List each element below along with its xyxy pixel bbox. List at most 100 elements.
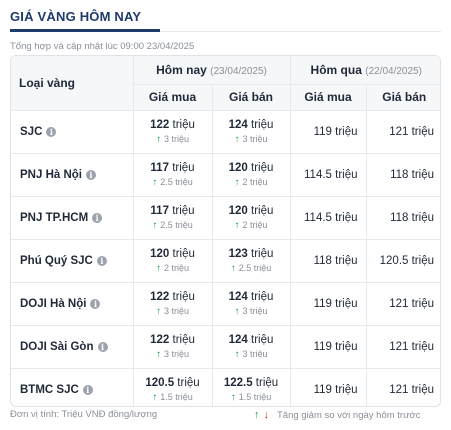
table-row: PNJ TP.HCM i 117 triệu ↑ 2.5 triệu 120 triệu ↑… bbox=[11, 195, 440, 240]
unit-label: triệu bbox=[251, 333, 274, 346]
arrow-up-icon: ↑ bbox=[234, 176, 240, 188]
sell-today-value: 124 bbox=[228, 290, 248, 303]
buy-today-value: 117 bbox=[150, 161, 169, 174]
buy-change: 3 triệu bbox=[163, 305, 189, 316]
col-header-buy-yesterday: Giá mua bbox=[289, 83, 367, 111]
arrow-up-icon: ↑ bbox=[254, 409, 260, 421]
yesterday-label: Hôm qua bbox=[310, 62, 362, 77]
buy-yesterday-cell: 119 triệu bbox=[289, 109, 367, 154]
unit-label: triệu bbox=[251, 118, 274, 131]
buy-change: 3 triệu bbox=[163, 348, 189, 359]
buy-change: 3 triệu bbox=[163, 133, 189, 144]
gold-type-name: PNJ Hà Nội bbox=[20, 168, 82, 181]
sell-yesterday-cell: 121 triệu bbox=[365, 367, 440, 406]
sell-today-cell: 122.5 triệu ↑ 1.5 triệu bbox=[211, 367, 291, 406]
gold-type-cell: BTMC SJC i bbox=[11, 367, 134, 406]
gold-type-cell: PNJ Hà Nội i bbox=[11, 152, 134, 197]
sell-change: 2.5 triệu bbox=[238, 262, 272, 273]
buy-change: 1.5 triệu bbox=[160, 391, 193, 402]
buy-today-cell: 117 triệu ↑ 2.5 triệu bbox=[132, 152, 213, 197]
info-icon[interactable]: i bbox=[82, 384, 93, 395]
sell-change: 2 triệu bbox=[242, 219, 268, 230]
today-date: (23/04/2025) bbox=[210, 65, 267, 77]
buy-yesterday-cell: 119 triệu bbox=[289, 367, 367, 406]
buy-yesterday-cell: 118 triệu bbox=[289, 238, 367, 283]
table-footer: Đơn vị tính: Triệu VNĐ đồng/lượng ↑ ↓ Tăng… bbox=[10, 409, 441, 423]
buy-today-value: 117 bbox=[150, 204, 169, 217]
change-legend: ↑ ↓ Tăng giảm so với ngày hôm trước bbox=[254, 409, 420, 421]
unit-label: triệu bbox=[177, 376, 200, 389]
arrow-up-icon: ↑ bbox=[152, 176, 158, 188]
arrow-up-icon: ↑ bbox=[155, 305, 161, 317]
arrow-up-icon: ↑ bbox=[155, 133, 161, 145]
info-icon[interactable]: i bbox=[46, 126, 57, 137]
buy-today-value: 122 bbox=[150, 333, 170, 346]
updated-timestamp: Tổng hợp và cập nhật lúc 09:00 23/04/202… bbox=[10, 41, 195, 52]
table-row: Phú Quý SJC i 120 triệu ↑ 2 triệu 123 triệu ↑ 2… bbox=[11, 238, 440, 283]
table-row: DOJI Sài Gòn i 122 triệu ↑ 3 triệu 124 triệu ↑… bbox=[11, 324, 440, 369]
sell-today-value: 123 bbox=[228, 247, 248, 260]
arrow-up-icon: ↑ bbox=[152, 219, 158, 231]
sell-today-value: 122.5 bbox=[223, 376, 253, 389]
sell-today-value: 120 bbox=[228, 161, 248, 174]
buy-change: 2.5 triệu bbox=[160, 176, 193, 187]
col-header-type: Loại vàng bbox=[11, 56, 134, 111]
yesterday-date: (22/04/2025) bbox=[365, 65, 422, 77]
arrow-up-icon: ↑ bbox=[230, 262, 236, 274]
sell-today-cell: 123 triệu ↑ 2.5 triệu bbox=[211, 238, 291, 283]
table-row: DOJI Hà Nội i 122 triệu ↑ 3 triệu 124 triệu ↑ 3… bbox=[11, 281, 440, 326]
sell-today-cell: 124 triệu ↑ 3 triệu bbox=[211, 281, 291, 326]
buy-today-value: 120.5 bbox=[145, 376, 175, 389]
gold-type-name: Phú Quý SJC bbox=[20, 254, 93, 267]
section-header: GIÁ VÀNG HÔM NAY bbox=[10, 5, 441, 32]
unit-label: triệu bbox=[172, 118, 195, 131]
col-group-yesterday: Hôm qua (22/04/2025) bbox=[289, 56, 440, 85]
gold-type-name: SJC bbox=[20, 125, 43, 138]
buy-today-cell: 120 triệu ↑ 2 triệu bbox=[132, 238, 213, 283]
buy-yesterday-cell: 119 triệu bbox=[289, 281, 367, 326]
gold-type-name: PNJ TP.HCM bbox=[20, 211, 89, 224]
buy-today-value: 122 bbox=[150, 118, 170, 131]
info-icon[interactable]: i bbox=[90, 298, 101, 309]
buy-today-cell: 122 triệu ↑ 3 triệu bbox=[132, 281, 213, 326]
gold-price-table: Loại vàng Hôm nay (23/04/2025) Hôm qua (… bbox=[10, 55, 441, 407]
unit-label: triệu bbox=[251, 204, 274, 217]
col-group-today: Hôm nay (23/04/2025) bbox=[132, 56, 291, 85]
info-icon[interactable]: i bbox=[97, 341, 108, 352]
gold-type-cell: Phú Quý SJC i bbox=[11, 238, 134, 283]
gold-type-cell: PNJ TP.HCM i bbox=[11, 195, 134, 240]
sell-yesterday-cell: 121 triệu bbox=[365, 324, 440, 369]
unit-label: triệu bbox=[251, 247, 274, 260]
unit-label: triệu bbox=[251, 161, 274, 174]
col-header-buy-today: Giá mua bbox=[133, 83, 213, 111]
table-row: BTMC SJC i 120.5 triệu ↑ 1.5 triệu 122.5 triệ… bbox=[11, 367, 440, 406]
today-label: Hôm nay bbox=[156, 62, 207, 77]
buy-yesterday-cell: 119 triệu bbox=[289, 324, 367, 369]
buy-change: 2 triệu bbox=[163, 262, 189, 273]
sell-yesterday-cell: 118 triệu bbox=[365, 152, 440, 197]
gold-type-name: DOJI Sài Gòn bbox=[20, 340, 94, 353]
table-row: PNJ Hà Nội i 117 triệu ↑ 2.5 triệu 120 triệu ↑… bbox=[11, 152, 440, 197]
gold-type-name: BTMC SJC bbox=[20, 383, 79, 396]
buy-today-cell: 122 triệu ↑ 3 triệu bbox=[132, 109, 213, 154]
arrow-up-icon: ↑ bbox=[234, 133, 240, 145]
info-icon[interactable]: i bbox=[96, 255, 107, 266]
sell-change: 3 triệu bbox=[242, 305, 268, 316]
arrow-up-icon: ↑ bbox=[234, 305, 240, 317]
col-header-sell-yesterday: Giá bán bbox=[365, 83, 440, 111]
sell-change: 3 triệu bbox=[242, 348, 268, 359]
buy-change: 2.5 triệu bbox=[160, 219, 193, 230]
arrow-up-icon: ↑ bbox=[155, 348, 161, 360]
gold-type-name: DOJI Hà Nội bbox=[20, 297, 87, 310]
buy-yesterday-cell: 114.5 triệu bbox=[289, 152, 367, 197]
sell-today-cell: 124 triệu ↑ 3 triệu bbox=[211, 109, 291, 154]
buy-yesterday-cell: 114.5 triệu bbox=[289, 195, 367, 240]
title-underline bbox=[10, 29, 160, 32]
info-icon[interactable]: i bbox=[92, 212, 103, 223]
unit-label: triệu bbox=[172, 333, 195, 346]
buy-today-value: 120 bbox=[150, 247, 170, 260]
sell-today-value: 124 bbox=[228, 333, 248, 346]
info-icon[interactable]: i bbox=[86, 169, 96, 180]
legend-text: Tăng giảm so với ngày hôm trước bbox=[277, 410, 421, 421]
arrow-up-icon: ↑ bbox=[155, 262, 161, 274]
